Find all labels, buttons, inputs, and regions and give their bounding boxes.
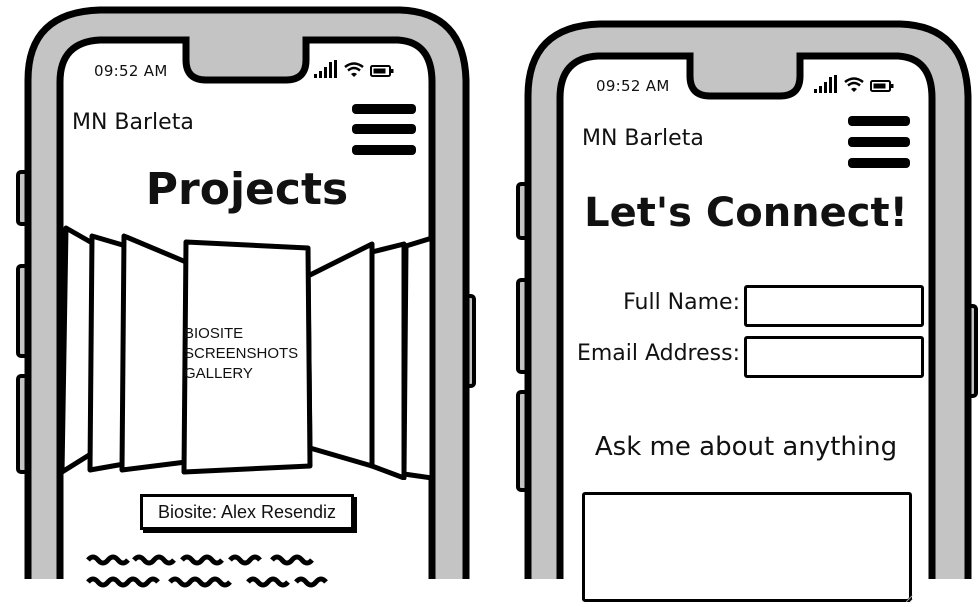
gallery-carousel[interactable]: BIOSITE SCREENSHOTS GALLERY xyxy=(60,218,432,480)
email-address-label: Email Address: xyxy=(576,341,740,366)
signal-icon xyxy=(814,75,837,93)
project-caption-button[interactable]: Biosite: Alex Resendiz xyxy=(140,494,354,530)
left-phone: 09:52 AM MN Barleta Projects BIOSITE SCR… xyxy=(0,0,490,588)
status-time: 09:52 AM xyxy=(596,77,670,95)
email-address-field[interactable] xyxy=(744,336,925,378)
full-name-input[interactable] xyxy=(747,288,925,326)
full-name-field[interactable] xyxy=(744,285,925,327)
brand-name[interactable]: MN Barleta xyxy=(582,126,704,151)
email-address-input[interactable] xyxy=(747,339,925,377)
placeholder-text-scribble xyxy=(86,554,328,588)
status-time: 09:52 AM xyxy=(94,62,168,80)
signal-icon xyxy=(314,60,337,78)
full-name-label: Full Name: xyxy=(623,290,740,315)
gallery-center-label: BIOSITE SCREENSHOTS GALLERY xyxy=(184,324,298,384)
hamburger-icon[interactable] xyxy=(352,104,416,158)
gallery-label-line2: SCREENSHOTS xyxy=(184,345,299,362)
message-heading: Ask me about anything xyxy=(594,432,898,462)
status-icons xyxy=(814,75,894,93)
wifi-icon xyxy=(844,77,864,92)
message-input[interactable] xyxy=(585,495,913,603)
gallery-label-line1: BIOSITE xyxy=(184,325,244,342)
message-textarea[interactable] xyxy=(582,492,913,603)
status-icons xyxy=(314,60,394,78)
right-phone: 09:52 AM MN Barleta Let's Connect! Full … xyxy=(490,0,980,603)
battery-icon xyxy=(870,80,894,92)
page-title: Projects xyxy=(145,164,349,215)
page-title: Let's Connect! xyxy=(584,190,908,236)
brand-name[interactable]: MN Barleta xyxy=(72,110,194,135)
battery-icon xyxy=(370,65,394,77)
wifi-icon xyxy=(344,62,364,77)
hamburger-icon[interactable] xyxy=(848,116,910,170)
gallery-label-line3: GALLERY xyxy=(184,365,253,382)
